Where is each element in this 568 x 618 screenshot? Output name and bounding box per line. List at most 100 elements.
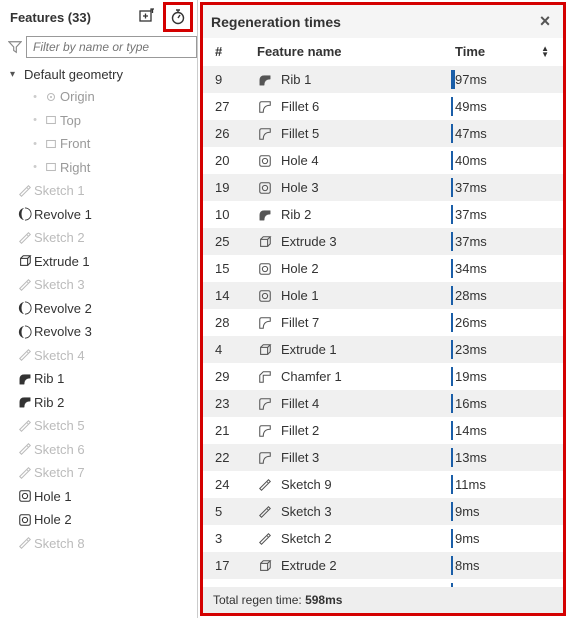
revolve-icon	[16, 207, 34, 221]
rib-icon	[257, 72, 273, 88]
item-label: Revolve 2	[34, 299, 92, 319]
row-feature-name: Hole 3	[281, 180, 319, 195]
table-row[interactable]: 24 Sketch 9 11ms	[203, 471, 563, 498]
row-feature-name: Sketch 2	[281, 531, 332, 546]
table-row[interactable]: 27Fillet 649ms	[203, 93, 563, 120]
sketch-icon	[16, 348, 34, 362]
table-row[interactable]: 3Sketch 29ms	[203, 525, 563, 552]
fillet-icon	[257, 315, 273, 331]
item-label: Right	[60, 158, 90, 178]
row-number: 14	[215, 288, 253, 303]
table-row[interactable]: 17Extrude 28ms	[203, 552, 563, 579]
revolve-icon	[16, 325, 34, 339]
row-time: 37ms	[455, 205, 555, 224]
feature-item[interactable]: Sketch 3	[6, 273, 197, 297]
feature-item[interactable]: Sketch 2	[6, 226, 197, 250]
table-row[interactable]: 26Fillet 547ms	[203, 120, 563, 147]
item-label: Sketch 8	[34, 534, 85, 554]
feature-item[interactable]: Sketch 5	[6, 414, 197, 438]
row-feature-name: Extrude 2	[281, 558, 337, 573]
sketch-icon	[257, 477, 273, 493]
fillet-icon	[257, 450, 273, 466]
item-label: Sketch 4	[34, 346, 85, 366]
row-number: 24	[215, 477, 253, 492]
close-icon[interactable]: ×	[535, 11, 555, 32]
table-row[interactable]: 29Chamfer 119ms	[203, 363, 563, 390]
feature-item[interactable]: Revolve 3	[6, 320, 197, 344]
row-number: 28	[215, 315, 253, 330]
table-row[interactable]: 1Sketch 17ms	[203, 579, 563, 587]
row-time: 11ms	[455, 475, 555, 494]
item-label: Origin	[60, 87, 95, 107]
feature-item[interactable]: Rib 2	[6, 391, 197, 415]
fillet-icon	[257, 126, 273, 142]
feature-item[interactable]: Sketch 7	[6, 461, 197, 485]
row-time: 37ms	[455, 178, 555, 197]
item-label: Sketch 7	[34, 463, 85, 483]
row-time: 97ms	[455, 70, 555, 89]
table-row[interactable]: 10Rib 237ms	[203, 201, 563, 228]
row-feature-name: Sketch 9	[281, 477, 332, 492]
geometry-item[interactable]: •Top	[6, 109, 197, 133]
features-panel: Features (33) ▾ Default geomet	[0, 0, 198, 618]
col-header-name[interactable]: Feature name	[253, 44, 455, 59]
table-row[interactable]: 21Fillet 214ms	[203, 417, 563, 444]
fillet-icon	[257, 423, 273, 439]
row-number: 19	[215, 180, 253, 195]
row-feature-name: Fillet 4	[281, 396, 319, 411]
item-label: Sketch 6	[34, 440, 85, 460]
row-feature-name: Fillet 3	[281, 450, 319, 465]
row-time: 40ms	[455, 151, 555, 170]
row-number: 20	[215, 153, 253, 168]
geometry-item[interactable]: •Front	[6, 132, 197, 156]
geometry-item[interactable]: •Right	[6, 156, 197, 180]
table-row[interactable]: 28Fillet 726ms	[203, 309, 563, 336]
feature-item[interactable]: Extrude 1	[6, 250, 197, 274]
sketch-icon	[16, 184, 34, 198]
default-geometry-group[interactable]: ▾ Default geometry	[6, 64, 197, 85]
feature-item[interactable]: Sketch 1	[6, 179, 197, 203]
sketch-icon	[16, 278, 34, 292]
feature-item[interactable]: Sketch 4	[6, 344, 197, 368]
table-row[interactable]: 9Rib 197ms	[203, 66, 563, 93]
table-row[interactable]: 20Hole 440ms	[203, 147, 563, 174]
row-feature-name: Fillet 7	[281, 315, 319, 330]
feature-item[interactable]: Sketch 8	[6, 532, 197, 556]
table-row[interactable]: 5Sketch 39ms	[203, 498, 563, 525]
row-feature-name: Chamfer 1	[281, 369, 342, 384]
geometry-item[interactable]: •Origin	[6, 85, 197, 109]
feature-item[interactable]: Sketch 6	[6, 438, 197, 462]
feature-item[interactable]: Revolve 1	[6, 203, 197, 227]
table-row[interactable]: 14Hole 128ms	[203, 282, 563, 309]
row-feature-name: Fillet 6	[281, 99, 319, 114]
table-row[interactable]: 25Extrude 337ms	[203, 228, 563, 255]
stopwatch-icon[interactable]	[168, 7, 188, 27]
row-time: 9ms	[455, 502, 555, 521]
feature-item[interactable]: Hole 2	[6, 508, 197, 532]
row-feature-name: Fillet 5	[281, 126, 319, 141]
item-label: Revolve 1	[34, 205, 92, 225]
hole-icon	[16, 513, 34, 527]
item-label: Sketch 1	[34, 181, 85, 201]
table-row[interactable]: 22Fillet 313ms	[203, 444, 563, 471]
row-time: 19ms	[455, 367, 555, 386]
table-body[interactable]: 9Rib 197ms27Fillet 649ms26Fillet 547ms20…	[203, 66, 563, 587]
rib-icon	[16, 372, 34, 386]
table-row[interactable]: 15Hole 234ms	[203, 255, 563, 282]
extrude-icon	[257, 234, 273, 250]
table-row[interactable]: 19 Hole 3 37ms	[203, 174, 563, 201]
feature-item[interactable]: Rib 1	[6, 367, 197, 391]
feature-tree[interactable]: ▾ Default geometry •Origin•Top•Front•Rig…	[0, 64, 197, 618]
col-header-number[interactable]: #	[215, 44, 253, 59]
filter-icon[interactable]	[8, 36, 22, 58]
col-header-time[interactable]: Time ▲▼	[455, 44, 555, 59]
feature-item[interactable]: Hole 1	[6, 485, 197, 509]
row-feature-name: Hole 1	[281, 288, 319, 303]
item-label: Sketch 5	[34, 416, 85, 436]
add-feature-icon[interactable]	[137, 6, 157, 26]
filter-input[interactable]	[26, 36, 197, 58]
table-row[interactable]: 4Extrude 123ms	[203, 336, 563, 363]
feature-item[interactable]: Revolve 2	[6, 297, 197, 321]
sketch-icon	[16, 466, 34, 480]
table-row[interactable]: 23Fillet 416ms	[203, 390, 563, 417]
